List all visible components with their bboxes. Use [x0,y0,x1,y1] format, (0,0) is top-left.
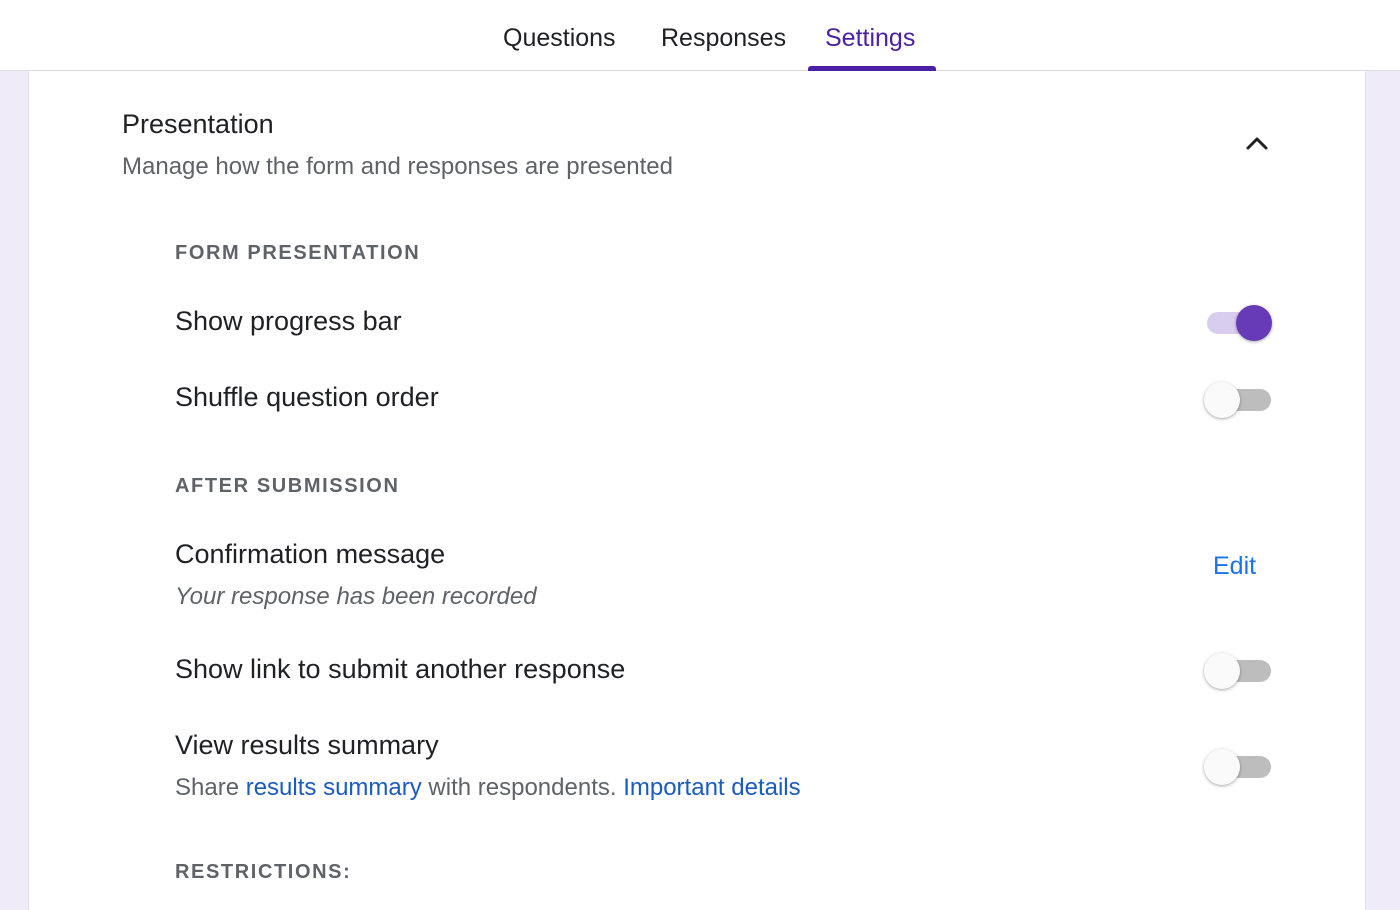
tab-responses[interactable]: Responses [661,24,786,53]
toggle-knob [1204,749,1240,785]
submit-another-response-label: Show link to submit another response [175,654,626,684]
tab-questions[interactable]: Questions [503,24,616,53]
tab-settings[interactable]: Settings [825,24,915,53]
view-results-summary-toggle[interactable] [1204,746,1274,786]
form-presentation-heading: FORM PRESENTATION [175,242,421,264]
submit-another-response-toggle[interactable] [1204,650,1274,690]
important-details-link[interactable]: Important details [623,774,800,801]
presentation-settings-card: Presentation Manage how the form and res… [28,71,1366,910]
top-tab-bar: Questions Responses Settings [0,0,1400,71]
results-summary-link[interactable]: results summary [246,774,422,801]
toggle-knob [1204,382,1240,418]
confirmation-message-label: Confirmation message [175,539,446,569]
edit-confirmation-link[interactable]: Edit [1213,552,1256,581]
shuffle-question-order-toggle[interactable] [1204,379,1274,419]
view-results-summary-description: Share results summary with respondents. … [175,774,801,802]
restrictions-heading: RESTRICTIONS: [175,861,352,883]
results-desc-prefix: Share [175,774,240,801]
after-submission-heading: AFTER SUBMISSION [175,475,400,497]
show-progress-bar-label: Show progress bar [175,306,402,336]
results-desc-middle: with respondents. [428,774,617,801]
toggle-knob [1204,653,1240,689]
confirmation-message-value: Your response has been recorded [175,583,537,610]
toggle-knob [1236,305,1272,341]
view-results-summary-label: View results summary [175,730,439,760]
chevron-up-icon[interactable] [1243,133,1271,153]
shuffle-question-order-label: Shuffle question order [175,382,439,412]
section-subtitle: Manage how the form and responses are pr… [122,153,674,180]
show-progress-bar-toggle[interactable] [1204,302,1274,342]
section-title: Presentation [122,109,274,139]
